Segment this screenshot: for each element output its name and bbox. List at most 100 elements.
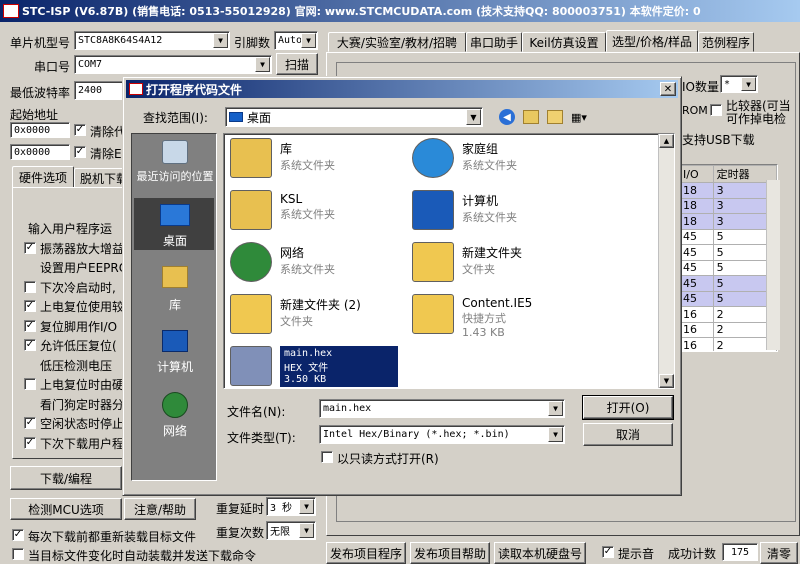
- baud-select[interactable]: 2400: [74, 81, 124, 100]
- lookin-select[interactable]: 桌面 ▼: [225, 107, 483, 127]
- sound-checkbox[interactable]: ✓: [602, 546, 614, 558]
- table-cell: 45: [679, 259, 714, 276]
- table-row[interactable]: 16 2: [679, 306, 777, 323]
- table-row[interactable]: 18 3: [679, 213, 777, 230]
- reload-checkbox[interactable]: ✓: [12, 529, 24, 541]
- filename-input[interactable]: main.hex ▼: [319, 399, 565, 418]
- hw-option-label: 下次冷启动时,: [40, 280, 116, 295]
- chevron-down-icon[interactable]: ▼: [299, 523, 314, 538]
- hw-option-checkbox[interactable]: ✓: [24, 339, 36, 351]
- scan-button[interactable]: 扫描: [276, 53, 318, 75]
- file-item[interactable]: 网络 系统文件夹: [230, 242, 335, 282]
- nav-library[interactable]: 库: [132, 296, 218, 313]
- chevron-down-icon[interactable]: ▼: [213, 33, 228, 48]
- nav-recent[interactable]: 最近访问的位置: [132, 168, 218, 184]
- table-row[interactable]: 45 5: [679, 290, 777, 307]
- mcu-type-label: 单片机型号: [10, 36, 71, 50]
- table-row[interactable]: 16 2: [679, 321, 777, 338]
- file-item[interactable]: Content.IE5 快捷方式 1.43 KB: [412, 294, 532, 339]
- table-header-io: I/O: [679, 165, 714, 183]
- detect-mcu-button[interactable]: 检测MCU选项: [10, 498, 122, 520]
- table-row[interactable]: 45 5: [679, 275, 777, 292]
- pins-select[interactable]: Auto ▼: [274, 31, 318, 50]
- table-row[interactable]: 45 5: [679, 244, 777, 261]
- hw-option-checkbox[interactable]: ✓: [24, 300, 36, 312]
- file-item[interactable]: 家庭组 系统文件夹: [412, 138, 517, 178]
- compare-checkbox[interactable]: [710, 104, 722, 116]
- nav-computer[interactable]: 计算机: [132, 358, 218, 375]
- chevron-down-icon[interactable]: ▼: [741, 77, 756, 91]
- repeat-delay-select[interactable]: 3 秒 ▼: [266, 497, 316, 516]
- mcu-type-select[interactable]: STC8A8K64S4A12 ▼: [74, 31, 230, 50]
- tab-hardware-options[interactable]: 硬件选项: [12, 166, 74, 188]
- chevron-down-icon[interactable]: ▼: [301, 33, 316, 48]
- file-item-text: main.hex HEX 文件 3.50 KB: [280, 346, 398, 387]
- publish-help-button[interactable]: 发布项目帮助: [410, 542, 490, 564]
- reload-label: 每次下载前都重新装载目标文件: [28, 530, 197, 544]
- cancel-button[interactable]: 取消: [583, 423, 673, 446]
- tab-right-0[interactable]: 大赛/实验室/教材/招聘: [328, 32, 466, 52]
- clear-code-checkbox[interactable]: ✓: [74, 124, 86, 136]
- hw-option-checkbox[interactable]: ✓: [24, 436, 36, 449]
- help-button[interactable]: 注意/帮助: [124, 498, 196, 520]
- table-row[interactable]: 45 5: [679, 228, 777, 245]
- tab-right-4[interactable]: 范例程序: [698, 32, 754, 52]
- file-list[interactable]: 库系统文件夹 家庭组 系统文件夹 KSL 系统文件夹 计算机 系统文件夹 网络 系统文件夹 新建文…: [223, 133, 675, 389]
- file-list-scrollbar[interactable]: ▲ ▼: [658, 134, 674, 388]
- chevron-down-icon[interactable]: ▼: [548, 427, 563, 442]
- file-item[interactable]: 新建文件夹 (2) 文件夹: [230, 294, 361, 334]
- read-disk-button[interactable]: 读取本机硬盘号: [494, 542, 586, 564]
- file-item[interactable]: 计算机 系统文件夹: [412, 190, 517, 230]
- nav-network[interactable]: 网络: [132, 422, 218, 439]
- view-menu-icon[interactable]: ▦▾: [571, 109, 593, 125]
- table-row[interactable]: 16 2: [679, 337, 777, 351]
- hw-option-checkbox[interactable]: [24, 280, 36, 293]
- port-select[interactable]: COM7 ▼: [74, 55, 272, 74]
- tab-right-2[interactable]: Keil仿真设置: [522, 32, 606, 52]
- repeat-count-select[interactable]: 无限 ▼: [266, 521, 316, 540]
- addr2-input[interactable]: 0x0000: [10, 144, 70, 160]
- table-row[interactable]: 18 3: [679, 197, 777, 214]
- file-item-text: 库系统文件夹: [280, 138, 335, 173]
- chevron-down-icon[interactable]: ▼: [548, 401, 563, 416]
- file-type: 快捷方式: [462, 312, 506, 325]
- chevron-down-icon[interactable]: ▼: [466, 109, 481, 125]
- open-button[interactable]: 打开(O): [582, 395, 674, 420]
- table-row[interactable]: 45 5: [679, 259, 777, 276]
- hw-option-checkbox[interactable]: ✓: [24, 417, 36, 429]
- hw-option-checkbox[interactable]: ✓: [24, 241, 36, 254]
- publish-button[interactable]: 发布项目程序: [326, 542, 406, 564]
- auto-send-checkbox[interactable]: [12, 548, 24, 560]
- file-item[interactable]: KSL 系统文件夹: [230, 190, 335, 230]
- table-row[interactable]: 18 3: [679, 182, 777, 199]
- file-type: HEX 文件: [284, 363, 329, 374]
- nav-desktop[interactable]: 桌面: [132, 232, 218, 249]
- clear-eeprom-checkbox[interactable]: ✓: [74, 146, 86, 158]
- scroll-up-icon[interactable]: ▲: [659, 134, 674, 148]
- scroll-down-icon[interactable]: ▼: [659, 374, 674, 388]
- file-item[interactable]: 新建文件夹 文件夹: [412, 242, 522, 282]
- file-item[interactable]: main.hex HEX 文件 3.50 KB: [230, 346, 398, 387]
- clear-count-button[interactable]: 清零: [760, 542, 798, 564]
- table-scrollbar[interactable]: [766, 180, 780, 350]
- tab-right-3[interactable]: 选型/价格/样品: [606, 30, 698, 52]
- hw-option-checkbox[interactable]: [24, 378, 36, 390]
- download-button[interactable]: 下载/编程: [10, 466, 122, 490]
- table-cell: 18: [679, 197, 714, 214]
- new-folder-icon[interactable]: [547, 110, 563, 124]
- up-folder-icon[interactable]: [523, 110, 539, 124]
- table-cell: 18: [679, 213, 714, 230]
- nav-desktop-icon: [160, 204, 190, 226]
- file-item[interactable]: 库系统文件夹: [230, 138, 335, 178]
- addr1-input[interactable]: 0x0000: [10, 122, 70, 138]
- readonly-checkbox[interactable]: [321, 451, 333, 463]
- filetype-select[interactable]: Intel Hex/Binary (*.hex; *.bin) ▼: [319, 425, 565, 444]
- chevron-down-icon[interactable]: ▼: [299, 499, 314, 514]
- hw-option-label: 低压检测电压: [40, 358, 113, 373]
- hw-option-checkbox[interactable]: ✓: [24, 319, 36, 332]
- back-icon[interactable]: ◀: [499, 109, 515, 125]
- close-icon[interactable]: ✕: [660, 82, 676, 96]
- chevron-down-icon[interactable]: ▼: [255, 57, 270, 72]
- io-count-select[interactable]: * ▼: [720, 75, 758, 93]
- tab-right-1[interactable]: 串口助手: [466, 32, 522, 52]
